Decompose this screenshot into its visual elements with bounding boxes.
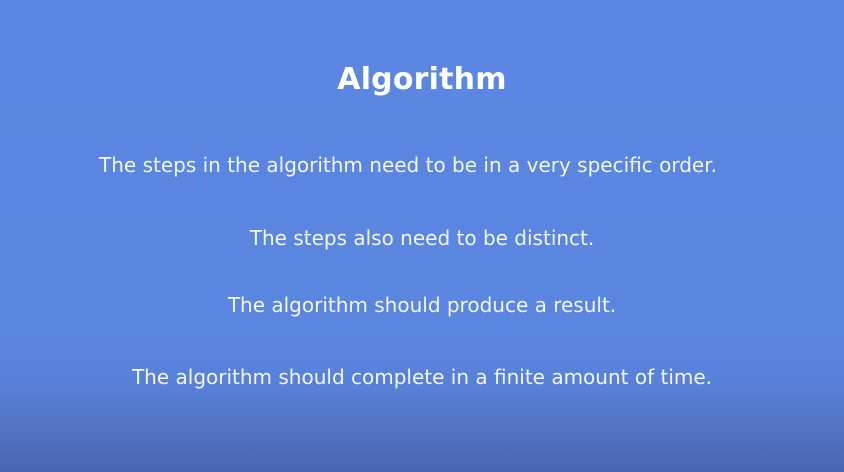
slide-line-4: The algorithm should complete in a finit… (131, 365, 713, 389)
slide-line-1: The steps in the algorithm need to be in… (99, 153, 717, 177)
slide-title: Algorithm (337, 62, 507, 97)
slide-line-3: The algorithm should produce a result. (227, 293, 617, 317)
slide: Algorithm The steps in the algorithm nee… (0, 0, 844, 472)
slide-line-2: The steps also need to be distinct. (249, 226, 595, 250)
